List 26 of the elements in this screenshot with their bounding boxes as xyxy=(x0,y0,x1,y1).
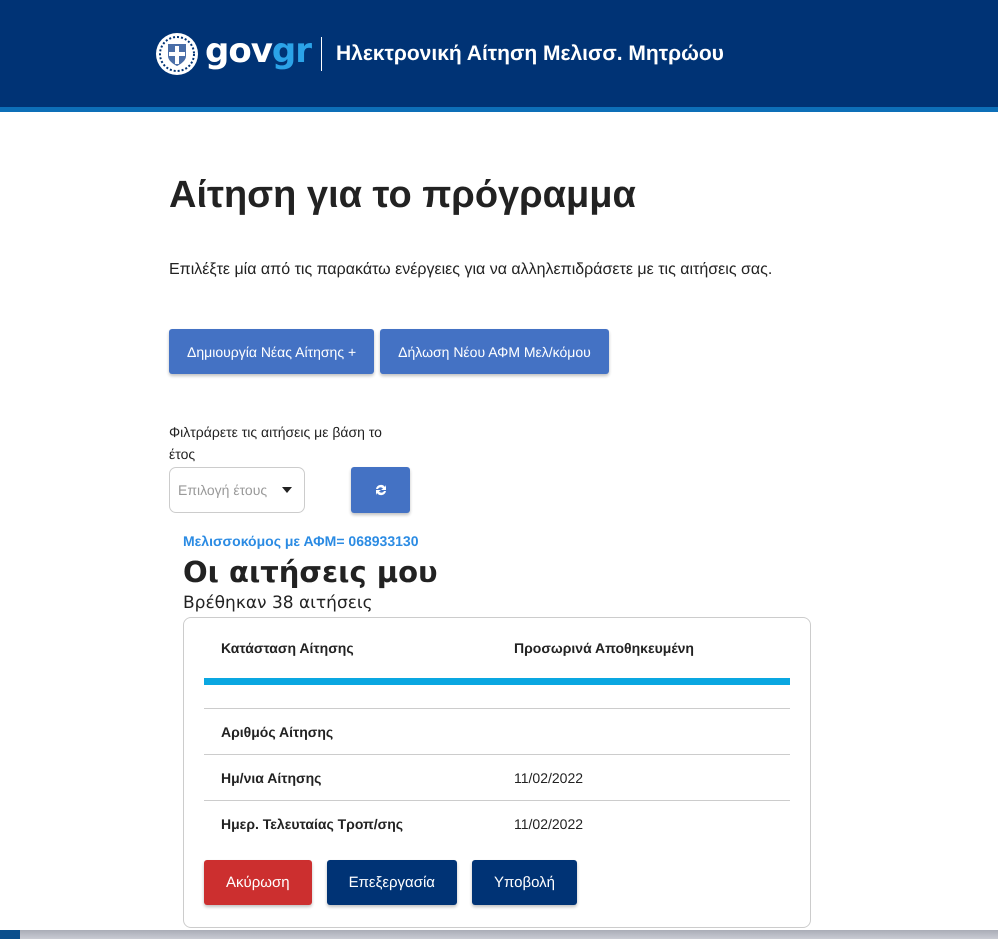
card-button[interactable]: Επεξεργασία xyxy=(326,860,457,905)
field-label: Ημερ. Τελευταίας Τροπ/σης xyxy=(220,816,404,832)
intro-text: Επιλέξτε μία από τις παρακάτω ενέργειες για να αλληλεπιδράσετε με τις αιτήσεις σας. xyxy=(169,261,774,279)
field-label: Ημ/νια Αίτησης xyxy=(220,770,322,786)
card-button[interactable]: Ακύρωση xyxy=(204,860,312,905)
field-label: Αριθμός Αίτησης xyxy=(220,724,334,740)
filter-label: Φιλτράρετε τις αιτήσεις με βάση το έτος xyxy=(169,423,383,464)
year-select[interactable]: Επιλογή έτους xyxy=(169,467,305,513)
scrollbar[interactable] xyxy=(0,930,998,939)
result-count: Βρέθηκαν 38 αιτήσεις xyxy=(183,593,374,613)
action-button[interactable]: Δημιουργία Νέας Αίτησης + xyxy=(169,329,374,374)
refresh-button[interactable] xyxy=(351,467,410,513)
page-heading: Αίτηση για το πρόγραμμα xyxy=(169,174,637,217)
beekeeper-info: Μελισσοκόμος με ΑΦΜ= 068933130 xyxy=(183,533,420,549)
field-label: Κατάσταση Αίτησης xyxy=(220,640,355,656)
field-value: 11/02/2022 xyxy=(514,770,584,786)
field-value: Προσωρινά Αποθηκευμένη xyxy=(514,640,694,656)
card-button[interactable]: Υποβολή xyxy=(472,860,577,905)
site-title: Ηλεκτρονική Αίτηση Μελισσ. Μητρώου xyxy=(336,42,724,66)
section-title: Οι αιτήσεις μου xyxy=(183,555,439,589)
caret-icon xyxy=(282,487,292,493)
emblem-icon xyxy=(155,32,199,76)
refresh-icon xyxy=(374,483,388,497)
logo-text[interactable]: govgr xyxy=(205,34,311,68)
action-button[interactable]: Δήλωση Νέου ΑΦΜ Μελ/κόμου xyxy=(380,329,609,374)
field-value: 11/02/2022 xyxy=(514,816,584,832)
